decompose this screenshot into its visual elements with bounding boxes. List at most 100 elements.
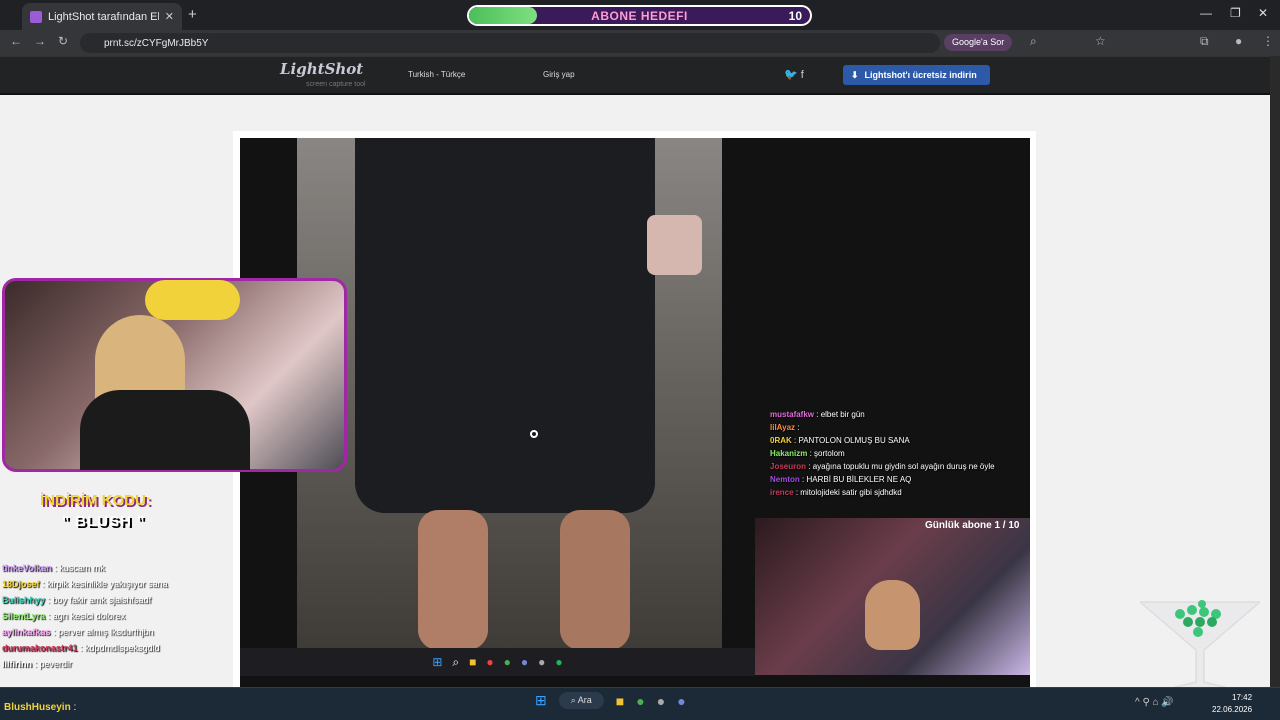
overlay-message: 0RAK : PANTOLON OLMUŞ BU SANA [770,436,1030,445]
martini-glass-icon [1140,600,1260,689]
overlay-message: irence : mitolojideki satir gibi sjdhdkd [770,488,1030,497]
chrome-icon-2: ● [503,655,511,669]
menu-icon[interactable]: ⋮ [1262,34,1274,48]
chat-username: durumakonastr41 [2,643,78,653]
clock-time: 17:42 [1232,693,1253,702]
photo-leg-right [560,510,630,650]
overlay-message: lilAyaz : [770,423,1030,432]
chat-text: : PANTOLON OLMUŞ BU SANA [794,436,910,445]
google-sor-button[interactable]: Google'a Sor [944,34,1013,51]
mouse-cursor-icon [530,430,538,438]
twitter-icon[interactable]: 🐦 [784,69,798,81]
left-message: SilentLyra : agrı kesici dolorex [2,611,242,621]
taskbar-search[interactable]: ⌕ Ara [558,692,604,709]
download-button[interactable]: ⬇ Lightshot'ı ücretsiz indirin [843,65,990,85]
search-icon: ⌕ [452,654,460,669]
maximize-icon[interactable]: ❐ [1230,6,1241,20]
chat-username: 18Djosef [2,579,40,589]
language-select[interactable]: Turkish - Türkçe [408,70,465,79]
social-icons[interactable]: 🐦 f [784,68,804,81]
stream-chat-overlay: mustafafkw : elbet bir gün lilAyaz : 0RAK … [770,410,1030,501]
left-message: durumakonastr41 : kdpdmdlspeksgdld [2,643,242,653]
chat-text: : kirpik kesinlikle yakışıyor sana [42,579,168,589]
url-text: prnt.sc/zCYFgMrJBb5Y [104,37,209,49]
lightshot-favicon-icon [30,10,42,23]
chat-text: : elbet bir gün [816,410,865,419]
chat-username: mustafafkw [770,410,815,419]
scrollbar[interactable] [1270,56,1280,687]
taskbar-chat-line: BlushHuseyin : [4,702,76,713]
chat-text: : kdpdmdlspeksgdld [80,643,160,653]
left-message: Bulishhyy : boy fakir amk sjaishfsadf [2,595,242,605]
chat-text: : [797,423,800,432]
chat-username: 0RAK [770,436,792,445]
chrome-icon: ● [486,655,494,669]
reload-icon[interactable]: ↻ [58,34,68,48]
streamer-body [80,390,250,470]
chat-username: Bulishhyy [2,595,46,605]
forward-icon[interactable]: → [34,34,46,48]
left-message: tinkeVolkan : kuscam mk [2,563,242,573]
bookmark-star-icon[interactable]: ☆ [1095,34,1106,48]
windows-start-icon[interactable]: ⊞ [535,692,547,709]
inner-taskbar: ⊞ ⌕ ■ ● ● ● ● ● [240,648,755,676]
chat-username: BlushHuseyin [4,702,71,713]
folder-icon: ■ [469,655,477,669]
app-icon: ● [538,655,546,669]
new-tab-icon[interactable]: + [188,6,197,23]
photo-phone [647,215,702,275]
streamer-face [865,580,920,650]
chat-username: SilentLyra [2,611,46,621]
chat-text: : perver almış lksdurfhjbn [53,627,154,637]
back-icon[interactable]: ← [10,34,22,48]
left-message: aylinkafkas : perver almış lksdurfhjbn [2,627,242,637]
chat-text: : agrı kesici dolorex [47,611,126,621]
left-message: lilfirinn : peverdir [2,659,242,669]
zoom-icon[interactable]: ⌕ [1030,34,1037,49]
browser-tab[interactable]: LightShot tarafından Ekran Gör ✕ [22,3,182,30]
app-icon[interactable]: ● [657,693,665,709]
goal-label: ABONE HEDEFI [591,9,688,23]
login-link[interactable]: Giriş yap [543,70,575,79]
goal-count: 10 [788,9,802,23]
minimize-icon[interactable]: — [1200,6,1212,20]
overlay-message: Joseuron : ayağına topuklu mu giydin sol… [770,462,1030,471]
taskbar-apps: ⊞ ⌕ Ara ■ ● ● ● [535,692,686,709]
promo-code-label: İNDİRİM KODU: [40,492,151,509]
left-chat: tinkeVolkan : kuscam mk 18Djosef : kirpik… [2,563,242,675]
subscriber-goal-bar: ABONE HEDEFI 10 [467,5,812,26]
chat-username: Hakanizm [770,449,808,458]
photo-leg-left [418,510,488,650]
chrome-icon[interactable]: ● [636,693,644,709]
discord-icon[interactable]: ● [677,693,685,709]
avatar[interactable]: ● [1235,34,1242,48]
pikachu-plush [145,280,240,320]
chat-text: : şortolom [809,449,845,458]
chat-text: : ayağına topuklu mu giydin sol ayağın d… [808,462,995,471]
close-window-icon[interactable]: ✕ [1258,6,1268,20]
clock-date: 22.06.2026 [1212,705,1253,714]
close-tab-icon[interactable]: ✕ [165,10,174,23]
lightshot-logo[interactable]: LightShot [280,60,363,78]
search-label: Ara [577,695,592,705]
chat-username: tinkeVolkan [2,563,52,573]
overlay-message: Nemton : HARBİ BU BİLEKLER NE AQ [770,475,1030,484]
system-tray[interactable]: ^ ⚲ ⌂ 🔊 [1135,697,1174,708]
logo-subtitle: screen capture tool [306,81,366,88]
chat-text: : peverdir [34,659,73,669]
overlay-message: Hakanizm : şortolom [770,449,1030,458]
chat-text: : mitolojideki satir gibi sjdhdkd [795,488,902,497]
chat-username: Joseuron [770,462,807,471]
windows-start-icon: ⊞ [432,655,443,669]
daily-sub-counter: Günlük abone 1 / 10 [925,520,1020,531]
chat-text: : HARBİ BU BİLEKLER NE AQ [802,475,912,484]
promo-code-value: " BLUSH " [62,513,146,530]
address-bar[interactable]: prnt.sc/zCYFgMrJBb5Y [80,33,940,53]
file-explorer-icon[interactable]: ■ [616,693,624,709]
taskbar-clock[interactable]: 17:42 22.06.2026 [1212,692,1252,716]
extensions-icon[interactable]: ⧉ [1200,34,1209,49]
discord-icon: ● [520,655,529,669]
photo-shorts [355,138,655,513]
facebook-icon[interactable]: f [801,69,804,81]
chat-text: : boy fakir amk sjaishfsadf [47,595,152,605]
